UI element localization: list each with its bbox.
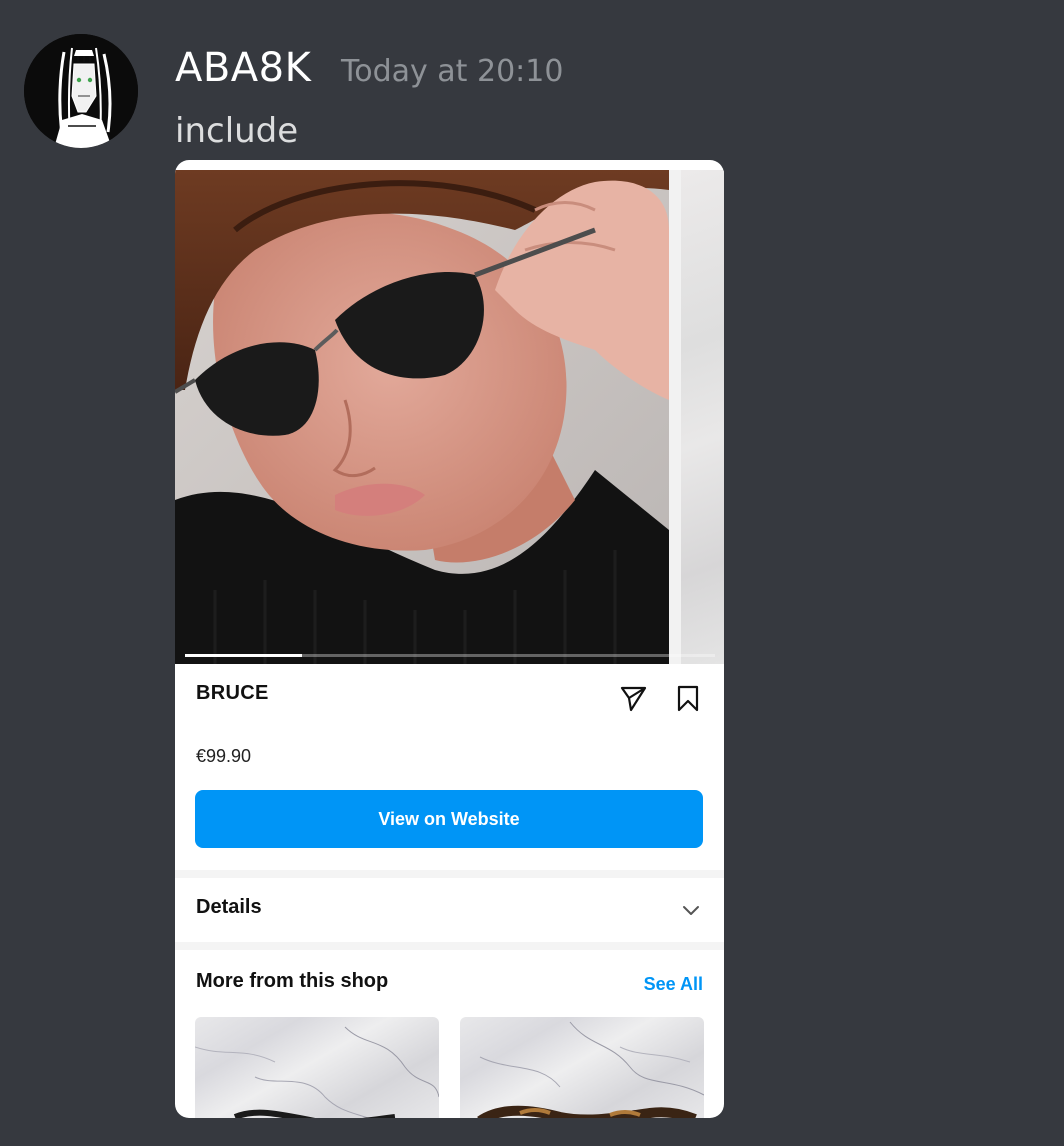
section-divider — [175, 870, 724, 878]
next-photo-preview[interactable] — [681, 170, 724, 664]
section-divider — [175, 942, 724, 950]
message-timestamp: Today at 20:10 — [341, 54, 564, 89]
view-on-website-button[interactable]: View on Website — [195, 790, 703, 848]
product-photo — [175, 170, 669, 664]
paper-plane-icon[interactable] — [618, 683, 648, 713]
product-card: BRUCE €99.90 View on Website Details Mor… — [175, 160, 724, 1118]
more-from-shop-title: More from this shop — [196, 970, 389, 992]
shop-product-thumbnail[interactable] — [460, 1017, 704, 1118]
product-title: BRUCE — [196, 682, 269, 704]
chevron-down-icon[interactable] — [681, 900, 701, 920]
shop-product-thumbnail[interactable] — [195, 1017, 439, 1118]
carousel-progress-track — [185, 654, 715, 657]
carousel-progress-fill — [185, 654, 302, 657]
see-all-link[interactable]: See All — [644, 974, 703, 995]
media-carousel[interactable] — [175, 170, 724, 664]
bookmark-icon[interactable] — [673, 683, 703, 713]
avatar-illustration — [24, 34, 138, 148]
model-photo-illustration — [175, 170, 669, 664]
message-text: include — [175, 111, 299, 151]
details-row[interactable]: Details — [175, 878, 724, 940]
details-label: Details — [196, 896, 262, 918]
message-author[interactable]: ABA8K — [175, 40, 311, 96]
user-avatar[interactable] — [24, 34, 138, 148]
product-price: €99.90 — [196, 746, 252, 766]
